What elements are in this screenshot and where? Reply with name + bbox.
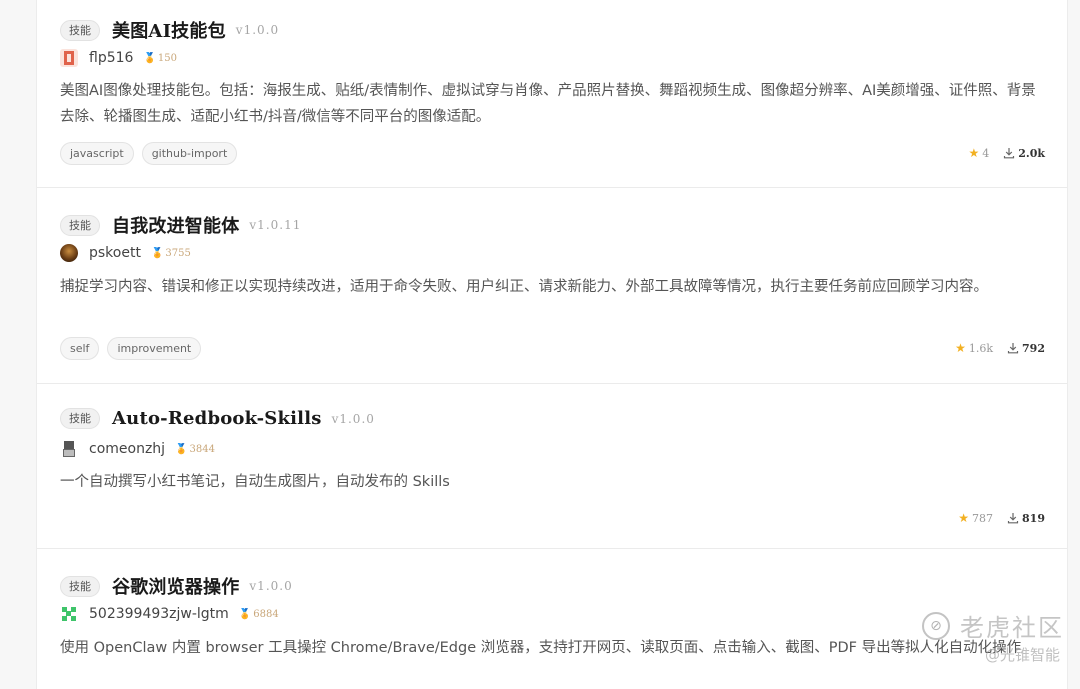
author-reputation: 150 (157, 52, 177, 64)
skill-title-row: 技能 美图AI技能包 v1.0.0 (60, 17, 279, 43)
download-icon (1004, 148, 1015, 159)
skill-version: v1.0.0 (331, 411, 375, 426)
download-count: 2.0k (1018, 146, 1045, 160)
watermark: ⊘ 老虎社区 @光锥智能 (922, 608, 1064, 665)
avatar[interactable] (60, 244, 78, 262)
skill-type-badge: 技能 (60, 214, 100, 236)
skill-stats: ★ 4 2.0k (968, 146, 1045, 160)
star-count: 787 (972, 511, 994, 525)
skill-name[interactable]: 美图AI技能包 (112, 17, 226, 43)
tag-list: javascript github-import (60, 142, 238, 165)
download-stat: 819 (1007, 512, 1045, 525)
skill-stats: ★ 1.6k 792 (955, 341, 1045, 355)
author-row: flp516 🏅 150 (60, 49, 177, 67)
author-name[interactable]: 502399493zjw-lgtm (89, 606, 229, 622)
avatar[interactable] (60, 49, 78, 67)
author-row: pskoett 🏅 3755 (60, 244, 191, 262)
star-icon: ★ (955, 341, 966, 355)
skill-name[interactable]: 自我改进智能体 (112, 212, 239, 238)
skill-version: v1.0.11 (249, 218, 302, 232)
medal-icon: 🏅 (175, 443, 188, 455)
author-row: comeonzhj 🏅 3844 (60, 440, 215, 458)
download-icon (1007, 343, 1019, 354)
author-reputation: 6884 (253, 608, 279, 620)
skill-version: v1.0.0 (249, 579, 293, 593)
tag-list: self improvement (60, 337, 202, 360)
watermark-main-text: 老虎社区 (960, 614, 1064, 642)
skill-type-badge: 技能 (60, 19, 100, 41)
star-count: 1.6k (968, 341, 994, 355)
star-icon: ★ (958, 511, 970, 525)
skill-title-row: 技能 Auto-Redbook-Skills v1.0.0 (60, 408, 375, 429)
skill-title-row: 技能 自我改进智能体 v1.0.11 (60, 212, 301, 238)
download-count: 819 (1022, 511, 1045, 525)
skill-description: 捕捉学习内容、错误和修正以实现持续改进，适用于命令失败、用户纠正、请求新能力、外… (60, 279, 988, 295)
author-name[interactable]: pskoett (89, 245, 141, 261)
author-name[interactable]: flp516 (89, 50, 133, 66)
medal-icon: 🏅 (150, 247, 164, 259)
watermark-sub-text: @光锥智能 (984, 646, 1060, 664)
skill-type-badge: 技能 (60, 408, 100, 429)
tag-chip[interactable]: improvement (107, 337, 202, 360)
skill-stats: ★ 787 819 (958, 511, 1045, 525)
download-count: 792 (1022, 341, 1045, 355)
community-logo-icon: ⊘ (922, 611, 950, 640)
skill-description: 一个自动撰写小红书笔记，自动生成图片，自动发布的 Skills (60, 474, 450, 490)
star-count: 4 (982, 146, 990, 160)
avatar[interactable] (60, 605, 78, 623)
skill-description: 使用 OpenClaw 内置 browser 工具操控 Chrome/Brave… (60, 640, 1022, 656)
star-icon: ★ (968, 146, 980, 160)
author-reputation: 3844 (189, 443, 215, 455)
skill-name[interactable]: 谷歌浏览器操作 (112, 573, 239, 599)
medal-icon: 🏅 (143, 52, 156, 64)
skill-description: 美图AI图像处理技能包。包括：海报生成、贴纸/表情制作、虚拟试穿与肖像、产品照片… (60, 83, 1036, 125)
tag-chip[interactable]: javascript (60, 142, 134, 165)
avatar[interactable] (60, 440, 78, 458)
author-row: 502399493zjw-lgtm 🏅 6884 (60, 605, 279, 623)
skill-list: 技能 美图AI技能包 v1.0.0 flp516 🏅 150 美图AI图像处理技… (36, 0, 1068, 689)
medal-icon: 🏅 (238, 608, 252, 620)
tag-chip[interactable]: self (60, 337, 100, 360)
skill-version: v1.0.0 (235, 23, 280, 37)
skill-card-self-improving[interactable]: 技能 自我改进智能体 v1.0.11 pskoett 🏅 3755 捕捉学习内容… (37, 188, 1067, 384)
download-stat: 792 (1007, 342, 1045, 355)
author-reputation: 3755 (165, 247, 191, 259)
skill-name[interactable]: Auto-Redbook-Skills (112, 408, 322, 429)
tag-chip[interactable]: github-import (141, 142, 238, 165)
download-icon (1007, 513, 1019, 524)
skill-card-chrome-browser[interactable]: 技能 谷歌浏览器操作 v1.0.0 502399493zjw-lgtm 🏅 68… (37, 549, 1067, 689)
skill-card-meitu[interactable]: 技能 美图AI技能包 v1.0.0 flp516 🏅 150 美图AI图像处理技… (37, 0, 1067, 188)
skill-card-auto-redbook[interactable]: 技能 Auto-Redbook-Skills v1.0.0 comeonzhj … (37, 384, 1067, 549)
download-stat: 2.0k (1003, 147, 1045, 160)
skill-type-badge: 技能 (60, 575, 100, 597)
author-name[interactable]: comeonzhj (89, 441, 165, 457)
skill-title-row: 技能 谷歌浏览器操作 v1.0.0 (60, 573, 293, 599)
